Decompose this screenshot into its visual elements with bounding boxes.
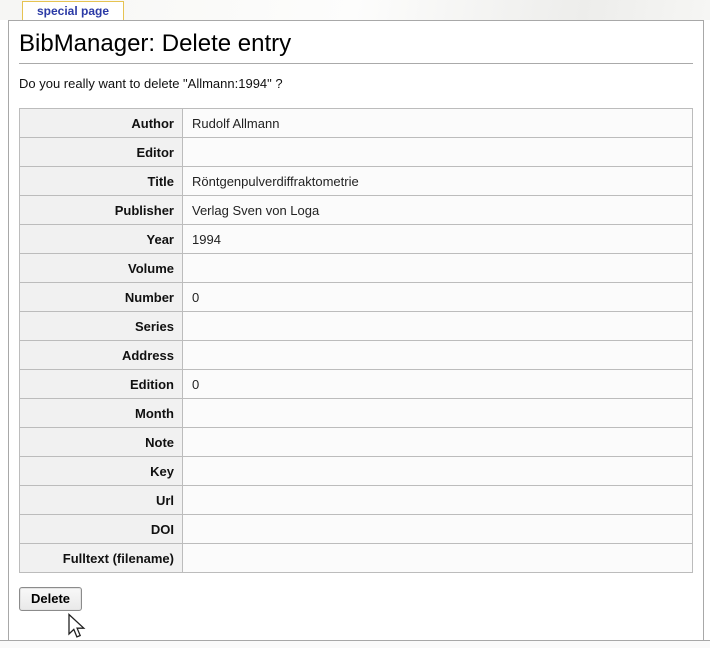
footer-divider — [0, 640, 710, 648]
table-row: Fulltext (filename) — [20, 544, 693, 573]
field-label-url: Url — [20, 486, 183, 515]
table-row: Year 1994 — [20, 225, 693, 254]
field-label-series: Series — [20, 312, 183, 341]
field-label-key: Key — [20, 457, 183, 486]
tab-special-page[interactable]: special page — [22, 1, 124, 20]
table-row: Address — [20, 341, 693, 370]
field-label-publisher: Publisher — [20, 196, 183, 225]
field-value-doi — [183, 515, 693, 544]
field-value-key — [183, 457, 693, 486]
field-label-month: Month — [20, 399, 183, 428]
field-value-title: Röntgenpulverdiffraktometrie — [183, 167, 693, 196]
field-label-edition: Edition — [20, 370, 183, 399]
field-label-author: Author — [20, 109, 183, 138]
table-row: Url — [20, 486, 693, 515]
field-value-year: 1994 — [183, 225, 693, 254]
field-label-number: Number — [20, 283, 183, 312]
table-row: Volume — [20, 254, 693, 283]
field-label-year: Year — [20, 225, 183, 254]
field-label-title: Title — [20, 167, 183, 196]
table-row: Title Röntgenpulverdiffraktometrie — [20, 167, 693, 196]
table-row: Author Rudolf Allmann — [20, 109, 693, 138]
content-area: BibManager: Delete entry Do you really w… — [8, 20, 704, 640]
table-row: Key — [20, 457, 693, 486]
field-value-editor — [183, 138, 693, 167]
field-label-volume: Volume — [20, 254, 183, 283]
field-label-editor: Editor — [20, 138, 183, 167]
field-value-publisher: Verlag Sven von Loga — [183, 196, 693, 225]
table-row: DOI — [20, 515, 693, 544]
delete-button[interactable]: Delete — [19, 587, 82, 611]
table-row: Series — [20, 312, 693, 341]
table-row: Month — [20, 399, 693, 428]
table-row: Note — [20, 428, 693, 457]
page-title: BibManager: Delete entry — [19, 29, 693, 64]
field-value-fulltext — [183, 544, 693, 573]
field-value-edition: 0 — [183, 370, 693, 399]
field-value-url — [183, 486, 693, 515]
field-label-fulltext: Fulltext (filename) — [20, 544, 183, 573]
table-row: Number 0 — [20, 283, 693, 312]
field-label-doi: DOI — [20, 515, 183, 544]
table-row: Publisher Verlag Sven von Loga — [20, 196, 693, 225]
field-value-author: Rudolf Allmann — [183, 109, 693, 138]
table-row: Editor — [20, 138, 693, 167]
field-label-note: Note — [20, 428, 183, 457]
field-value-note — [183, 428, 693, 457]
tab-special-page-label: special page — [37, 4, 109, 18]
field-label-address: Address — [20, 341, 183, 370]
field-value-address — [183, 341, 693, 370]
table-row: Edition 0 — [20, 370, 693, 399]
delete-confirmation-text: Do you really want to delete "Allmann:19… — [19, 76, 693, 92]
field-value-volume — [183, 254, 693, 283]
bib-entry-table: Author Rudolf Allmann Editor Title Röntg… — [19, 108, 693, 573]
field-value-number: 0 — [183, 283, 693, 312]
field-value-month — [183, 399, 693, 428]
field-value-series — [183, 312, 693, 341]
